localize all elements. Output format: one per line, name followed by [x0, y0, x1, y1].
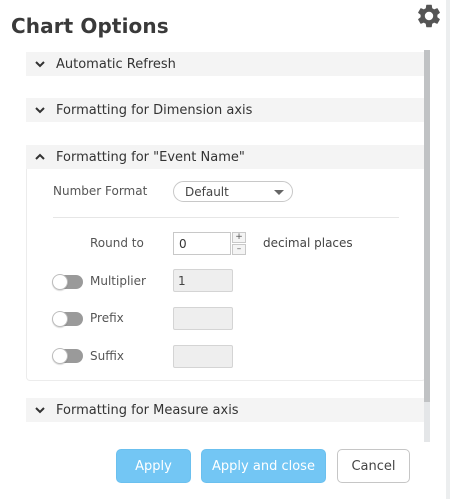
suffix-input[interactable] — [173, 345, 233, 368]
options-scroll-area: Automatic Refresh Formatting for Dimensi… — [26, 50, 426, 442]
multiplier-label: Multiplier — [90, 274, 146, 288]
dialog-title: Chart Options — [11, 14, 169, 38]
prefix-input[interactable] — [173, 307, 233, 330]
section-label: Automatic Refresh — [56, 57, 176, 72]
section-measure-axis[interactable]: Formatting for Measure axis — [26, 398, 426, 422]
toggle-knob — [52, 348, 68, 364]
increment-button[interactable]: + — [232, 232, 246, 243]
decrement-button[interactable]: – — [232, 244, 246, 255]
round-to-stepper: + – — [232, 232, 246, 255]
toggle-knob — [52, 274, 68, 290]
suffix-toggle[interactable] — [52, 348, 83, 364]
gear-icon[interactable] — [415, 2, 443, 30]
decimal-places-label: decimal places — [263, 236, 353, 250]
section-label: Formatting for Dimension axis — [56, 103, 253, 118]
divider — [53, 217, 399, 218]
multiplier-toggle[interactable] — [52, 274, 83, 290]
apply-button[interactable]: Apply — [116, 449, 191, 483]
apply-and-close-button[interactable]: Apply and close — [201, 449, 326, 483]
chevron-up-icon — [35, 153, 45, 160]
prefix-toggle[interactable] — [52, 311, 83, 327]
chevron-down-icon — [35, 407, 45, 414]
section-label: Formatting for Measure axis — [56, 403, 239, 418]
section-label: Formatting for "Event Name" — [56, 150, 245, 165]
round-to-label: Round to — [90, 236, 144, 250]
section-event-name[interactable]: Formatting for "Event Name" — [26, 145, 426, 169]
section-automatic-refresh[interactable]: Automatic Refresh — [26, 52, 426, 76]
multiplier-input[interactable]: 1 — [173, 269, 233, 292]
number-format-select[interactable]: Default — [173, 181, 293, 202]
dropdown-caret-icon — [274, 190, 284, 195]
suffix-label: Suffix — [90, 349, 124, 363]
vertical-scrollbar[interactable] — [424, 50, 430, 442]
cancel-button[interactable]: Cancel — [337, 449, 410, 483]
chevron-down-icon — [35, 61, 45, 68]
number-format-label: Number Format — [53, 184, 148, 198]
chevron-down-icon — [35, 107, 45, 114]
round-to-input[interactable]: 0 — [173, 232, 231, 255]
prefix-label: Prefix — [90, 311, 124, 325]
chart-options-dialog: Chart Options Automatic Refresh Formatti… — [0, 0, 450, 499]
toggle-knob — [52, 311, 68, 327]
window-edge — [446, 0, 450, 499]
section-dimension-axis[interactable]: Formatting for Dimension axis — [26, 98, 426, 122]
scrollbar-thumb[interactable] — [424, 50, 430, 402]
number-format-value: Default — [185, 185, 229, 199]
